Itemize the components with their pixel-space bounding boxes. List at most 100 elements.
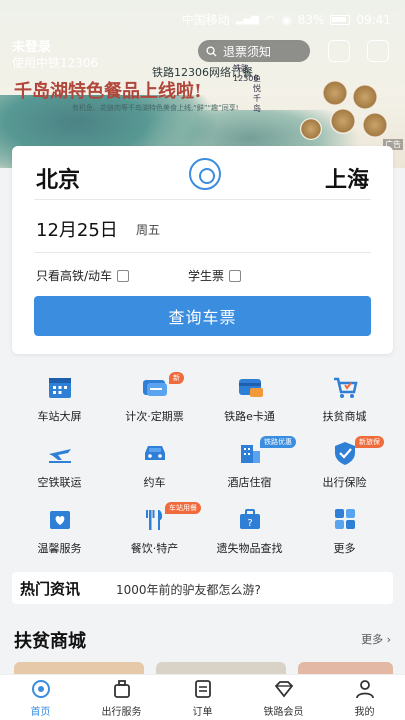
hot-news-bar[interactable]: 热门资讯 1000年前的驴友都怎么游? [12, 572, 393, 604]
search-box[interactable]: 退票须知 [198, 40, 310, 62]
new-insurance-badge: 新旅保 [355, 436, 384, 448]
grid-icon [335, 509, 355, 529]
bag-icon [113, 680, 130, 698]
service-label: 遗失物品查找 [216, 542, 283, 555]
tab-label: 铁路会员 [263, 707, 304, 718]
tab-profile[interactable]: 我的 [324, 679, 405, 718]
divider [34, 199, 371, 200]
service-item[interactable]: 车站大屏 [12, 366, 107, 430]
service-label: 更多 [333, 542, 356, 555]
departure-date[interactable]: 12月25日 [36, 216, 118, 242]
bottom-tab-bar: 首页 出行服务 订单 铁路会员 我的 [0, 674, 405, 720]
from-station[interactable]: 北京 [36, 162, 80, 194]
service-item[interactable]: 更多 [297, 498, 392, 562]
diamond-icon [274, 681, 293, 698]
person-icon [355, 680, 374, 699]
order-icon [194, 680, 211, 698]
heart-box-icon [50, 511, 70, 529]
login-subtitle: 使用中铁12306 [12, 56, 99, 70]
service-label: 空铁联运 [37, 476, 82, 489]
mall-product-card[interactable] [298, 662, 393, 674]
mall-section-title: 扶贫商城 [14, 631, 86, 652]
service-item[interactable]: 扶贫商城 [297, 366, 392, 430]
calendar-icon [49, 378, 71, 398]
clock: 09:41 [356, 12, 391, 27]
tab-membership[interactable]: 铁路会员 [243, 679, 324, 718]
tab-label: 我的 [354, 707, 375, 718]
eye-icon: ◉ [281, 12, 292, 27]
service-label: 车站大屏 [37, 410, 82, 423]
carrier-label: 中国移动 [181, 13, 230, 27]
tab-travel-services[interactable]: 出行服务 [81, 679, 162, 718]
banner-subline: 有机鱼、花鲢肉等千岛湖特色美食上线,“鲜”“趣”同享! [72, 104, 239, 112]
food-image [322, 80, 348, 106]
food-image [300, 118, 322, 140]
login-title[interactable]: 未登录 [12, 36, 51, 55]
service-label: 扶贫商城 [322, 410, 367, 423]
highspeed-only-checkbox[interactable] [117, 269, 130, 282]
wifi-icon: ◠ [264, 12, 276, 27]
banner-seal-left: 铁路12306 [233, 64, 259, 83]
query-tickets-button[interactable]: 查询车票 [34, 296, 371, 336]
tab-home[interactable]: 首页 [0, 679, 81, 718]
service-item[interactable]: 铁路e卡通 [202, 366, 297, 430]
service-item[interactable]: ? 遗失物品查找 [202, 498, 297, 562]
tab-label: 出行服务 [101, 707, 142, 718]
status-bar: 中国移动 ▂▄▆ ◠ ◉ 83% 09:41 [0, 0, 405, 36]
service-item[interactable]: 空铁联运 [12, 432, 107, 496]
tab-orders[interactable]: 订单 [162, 679, 243, 718]
service-label: 温馨服务 [37, 542, 82, 555]
service-item[interactable]: 车站用餐 餐饮·特产 [107, 498, 202, 562]
food-image [362, 112, 388, 138]
service-grid: 车站大屏 新 计次·定期票 铁路e卡通 扶贫商城 空铁联运 约车 铁路优惠 酒店… [12, 366, 393, 566]
mall-more-link[interactable]: 更多 › [361, 631, 391, 647]
cart-icon [334, 377, 358, 398]
search-placeholder: 退票须知 [223, 44, 272, 59]
signal-icon: ▂▄▆ [235, 14, 259, 25]
mall-more-label: 更多 [361, 633, 384, 646]
student-ticket-label: 学生票 [188, 269, 225, 283]
highspeed-only-option[interactable]: 只看高铁/动车 [36, 267, 130, 284]
plane-icon [49, 449, 71, 463]
station-dining-badge: 车站用餐 [165, 502, 201, 514]
tab-label: 订单 [192, 707, 213, 718]
food-image [352, 84, 378, 110]
to-station[interactable]: 上海 [325, 162, 369, 194]
battery-label: 83% [297, 12, 325, 27]
message-icon[interactable] [367, 40, 389, 62]
service-item[interactable]: 约车 [107, 432, 202, 496]
hot-news-headline[interactable]: 1000年前的驴友都怎么游? [116, 581, 261, 598]
card-icon [239, 379, 263, 397]
banner-seal-right: 鱼悦千岛 [253, 74, 261, 113]
mall-product-card[interactable] [156, 662, 286, 674]
service-label: 铁路e卡通 [224, 410, 275, 423]
new-badge: 新 [169, 372, 184, 384]
mall-product-card[interactable] [14, 662, 144, 674]
search-icon [206, 45, 217, 57]
service-item[interactable]: 新 计次·定期票 [107, 366, 202, 430]
food-image [330, 108, 356, 134]
banner-headline: 千岛湖特色餐品上线啦! [14, 81, 202, 102]
svg-text:?: ? [247, 518, 252, 529]
service-label: 餐饮·特产 [130, 542, 179, 555]
service-label: 出行保险 [322, 476, 367, 489]
ticket-search-card: 北京 上海 12月25日 周五 只看高铁/动车 学生票 查询车票 [12, 146, 393, 354]
home-icon [31, 680, 50, 698]
student-ticket-checkbox[interactable] [229, 269, 242, 282]
swap-stations-icon[interactable] [189, 158, 221, 190]
divider [34, 252, 371, 253]
briefcase-icon: ? [240, 509, 260, 529]
hot-news-title: 热门资讯 [20, 580, 81, 598]
chevron-right-icon: › [386, 633, 391, 646]
service-label: 酒店住宿 [227, 476, 272, 489]
battery-icon [330, 14, 351, 25]
service-item[interactable]: 新旅保 出行保险 [297, 432, 392, 496]
discount-badge: 铁路优惠 [260, 436, 296, 448]
student-ticket-option[interactable]: 学生票 [188, 267, 242, 284]
departure-weekday: 周五 [136, 223, 161, 237]
car-icon [145, 446, 165, 460]
service-item[interactable]: 温馨服务 [12, 498, 107, 562]
service-item[interactable]: 铁路优惠 酒店住宿 [202, 432, 297, 496]
scan-icon[interactable] [328, 40, 350, 62]
ticket-card-icon [143, 380, 167, 396]
